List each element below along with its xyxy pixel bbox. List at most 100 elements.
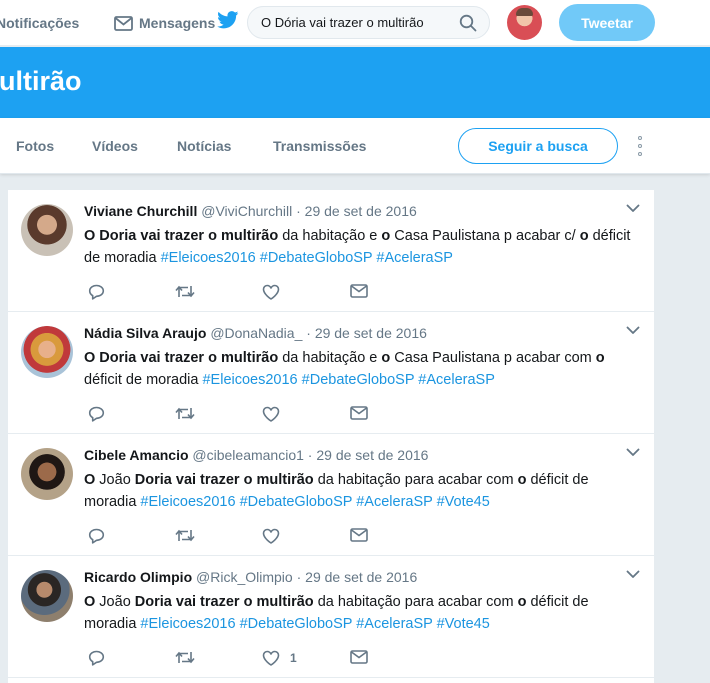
hashtag-link[interactable]: #Eleicoes2016 — [140, 616, 235, 632]
tweet-date[interactable]: 29 de set de 2016 — [305, 569, 417, 585]
text-run: da habitação para acabar com — [313, 472, 518, 488]
reply-icon[interactable] — [88, 528, 105, 544]
separator: · — [307, 447, 313, 463]
match-bold: o — [381, 350, 391, 366]
hashtag-link[interactable]: #AceleraSP — [356, 616, 432, 632]
more-icon[interactable] — [636, 136, 644, 156]
tweet-avatar[interactable] — [21, 204, 73, 256]
tweet[interactable]: Viviane Churchill @ViviChurchill · 29 de… — [8, 190, 654, 312]
hashtag-link[interactable]: #DebateGloboSP — [240, 616, 353, 632]
search-input[interactable] — [261, 7, 451, 38]
hashtag-link[interactable]: #DebateGloboSP — [240, 494, 353, 510]
author-handle[interactable]: @cibeleamancio1 — [192, 447, 304, 463]
like-button[interactable] — [262, 284, 290, 300]
retweet-icon[interactable] — [175, 284, 195, 299]
nav-messages[interactable]: Mensagens — [114, 0, 215, 46]
match-bold: o — [579, 228, 589, 244]
author-name[interactable]: Ricardo Olimpio — [84, 569, 192, 585]
hashtag-link[interactable]: #Eleicoes2016 — [202, 372, 297, 388]
hashtag-link[interactable]: #DebateGloboSP — [302, 372, 415, 388]
tweet-header: Cibele Amancio @cibeleamancio1 · 29 de s… — [84, 447, 428, 463]
search-box — [247, 6, 490, 39]
retweet-icon[interactable] — [175, 406, 195, 421]
match-bold: O Doria vai trazer o multirão — [84, 350, 279, 366]
tweet-header: Nádia Silva Araujo @DonaNadia_ · 29 de s… — [84, 325, 427, 341]
tab-photos[interactable]: Fotos — [16, 118, 54, 174]
tweet-actions — [88, 406, 388, 424]
reply-icon[interactable] — [88, 650, 105, 666]
author-name[interactable]: Nádia Silva Araujo — [84, 325, 206, 341]
hashtag-link[interactable]: #Vote45 — [437, 494, 490, 510]
hashtag-link[interactable]: #DebateGloboSP — [260, 250, 373, 266]
tweet-text: O João Doria vai trazer o multirão da ha… — [84, 591, 644, 635]
heart-icon — [262, 528, 280, 544]
tweet-text: O Doria vai trazer o multirão da habitaç… — [84, 225, 644, 269]
text-run: João — [95, 472, 135, 488]
chevron-down-icon[interactable] — [626, 204, 640, 213]
tweet-button[interactable]: Tweetar — [559, 4, 655, 41]
nav-notifications[interactable]: Notificações — [0, 0, 79, 46]
chevron-down-icon[interactable] — [626, 448, 640, 457]
text-run: déficit de moradia — [84, 372, 203, 388]
like-button[interactable] — [262, 528, 290, 544]
nav-notifications-label: Notificações — [0, 15, 80, 31]
search-filter-nav: Fotos Vídeos Notícias Transmissões Segui… — [0, 118, 710, 174]
match-bold: Doria vai trazer o multirão — [134, 472, 314, 488]
search-icon[interactable] — [459, 14, 477, 32]
direct-message-icon[interactable] — [350, 284, 368, 298]
tab-videos[interactable]: Vídeos — [92, 118, 138, 174]
hashtag-link[interactable]: #AceleraSP — [356, 494, 432, 510]
user-avatar[interactable] — [507, 5, 542, 40]
author-name[interactable]: Viviane Churchill — [84, 203, 197, 219]
separator: · — [296, 569, 302, 585]
hashtag-link[interactable]: #AceleraSP — [418, 372, 495, 388]
separator: · — [296, 203, 301, 219]
retweet-icon[interactable] — [175, 528, 195, 543]
hashtag-link[interactable]: #AceleraSP — [376, 250, 453, 266]
tab-news[interactable]: Notícias — [177, 118, 231, 174]
tweet-header: Viviane Churchill @ViviChurchill · 29 de… — [84, 203, 417, 219]
hashtag-link[interactable]: #Eleicoes2016 — [161, 250, 256, 266]
chevron-down-icon[interactable] — [626, 326, 640, 335]
direct-message-icon[interactable] — [350, 528, 368, 542]
tweet[interactable]: Cibele Amancio @cibeleamancio1 · 29 de s… — [8, 434, 654, 556]
text-run: Casa Paulistana p acabar com — [390, 350, 596, 366]
timeline: Viviane Churchill @ViviChurchill · 29 de… — [8, 190, 654, 683]
hashtag-link[interactable]: #Vote45 — [437, 616, 490, 632]
tweet-date[interactable]: 29 de set de 2016 — [305, 203, 417, 219]
tweet-avatar[interactable] — [21, 570, 73, 622]
match-bold: Doria vai trazer o multirão — [134, 594, 314, 610]
tweet-text: O João Doria vai trazer o multirão da ha… — [84, 469, 644, 513]
text-run: da habitação e — [278, 350, 382, 366]
reply-icon[interactable] — [88, 284, 105, 300]
tweet-header: Ricardo Olimpio @Rick_Olimpio · 29 de se… — [84, 569, 417, 585]
match-bold: O — [84, 472, 96, 488]
tweet-date[interactable]: 29 de set de 2016 — [315, 325, 427, 341]
tweet[interactable]: Ricardo Olimpio @Rick_Olimpio · 29 de se… — [8, 556, 654, 678]
author-handle[interactable]: @DonaNadia_ — [210, 325, 302, 341]
tweet-date[interactable]: 29 de set de 2016 — [316, 447, 428, 463]
top-nav: Notificações Mensagens Tweetar — [0, 0, 710, 46]
retweet-icon[interactable] — [175, 650, 195, 665]
hashtag-link[interactable]: #Eleicoes2016 — [140, 494, 235, 510]
tab-broadcasts[interactable]: Transmissões — [273, 118, 366, 174]
reply-icon[interactable] — [88, 406, 105, 422]
tweet-avatar[interactable] — [21, 448, 73, 500]
text-run: João — [95, 594, 135, 610]
author-handle[interactable]: @Rick_Olimpio — [196, 569, 293, 585]
like-button[interactable] — [262, 406, 290, 422]
chevron-down-icon[interactable] — [626, 570, 640, 579]
author-name[interactable]: Cibele Amancio — [84, 447, 189, 463]
match-bold: o — [595, 350, 605, 366]
tweet-actions: 1 — [88, 650, 388, 668]
match-bold: O — [84, 594, 96, 610]
twitter-bird-icon[interactable] — [217, 11, 239, 34]
direct-message-icon[interactable] — [350, 406, 368, 420]
direct-message-icon[interactable] — [350, 650, 368, 664]
like-button[interactable]: 1 — [262, 650, 297, 666]
text-run: Casa Paulistana p acabar c/ — [390, 228, 580, 244]
follow-search-button[interactable]: Seguir a busca — [458, 128, 618, 164]
tweet-avatar[interactable] — [21, 326, 73, 378]
tweet[interactable]: Nádia Silva Araujo @DonaNadia_ · 29 de s… — [8, 312, 654, 434]
author-handle[interactable]: @ViviChurchill — [201, 203, 292, 219]
